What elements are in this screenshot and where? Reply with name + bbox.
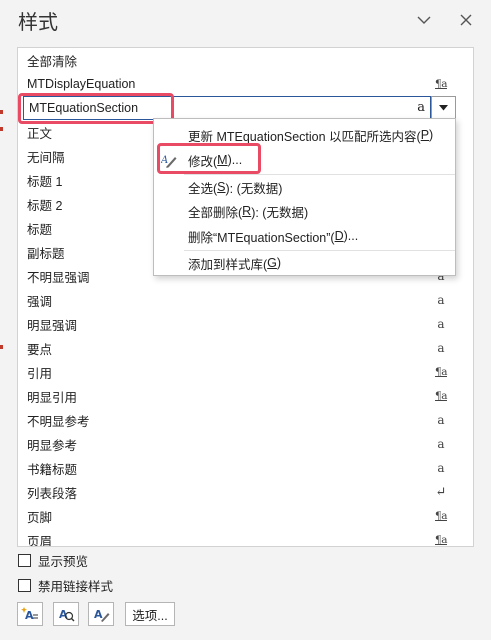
style-name: 不明显参考: [27, 414, 90, 429]
style-context-menu: 更新 MTEquationSection 以匹配所选内容(P) A 修改(M).…: [153, 118, 456, 276]
paragraph-character-icon: ¶a: [435, 366, 447, 378]
menu-accel: P: [420, 128, 430, 142]
style-name: 明显参考: [27, 438, 78, 453]
style-item[interactable]: 明显强调 a: [18, 312, 473, 336]
modify-style-icon: A: [160, 152, 177, 168]
style-inspector-button[interactable]: A: [53, 602, 79, 626]
style-item[interactable]: 页眉 ¶a: [18, 528, 473, 547]
character-style-icon: a: [437, 437, 445, 451]
style-item[interactable]: 明显引用 ¶a: [18, 384, 473, 408]
menu-item-delete[interactable]: 删除“MTEquationSection”(D)...: [154, 224, 455, 248]
menu-label-suffix: ): (无数据): [225, 181, 283, 196]
style-name: 页脚: [27, 510, 53, 525]
menu-label-suffix: ): [429, 128, 434, 142]
paragraph-character-icon: ¶a: [435, 78, 447, 90]
style-name: 明显强调: [27, 318, 78, 333]
style-inspector-icon: A: [59, 608, 75, 622]
pane-title: 样式: [18, 10, 58, 34]
document-edge-mark: [0, 127, 3, 131]
style-item[interactable]: 强调 a: [18, 288, 473, 312]
menu-item-remove-all[interactable]: 全部删除(R): (无数据): [154, 199, 455, 223]
style-name: 强调: [27, 294, 53, 309]
menu-label: 修改(: [188, 154, 218, 169]
style-item[interactable]: 引用 ¶a: [18, 360, 473, 384]
menu-item-modify[interactable]: A 修改(M)...: [154, 148, 455, 172]
style-name-edit-field[interactable]: MTEquationSection a: [23, 96, 431, 120]
new-style-button[interactable]: A: [17, 602, 43, 626]
manage-styles-button[interactable]: A: [88, 602, 114, 626]
options-button[interactable]: 选项...: [125, 602, 175, 626]
menu-accel: G: [267, 256, 277, 270]
menu-label: 更新 MTEquationSection 以匹配所选内容(: [188, 129, 421, 144]
character-style-icon: a: [437, 293, 445, 307]
menu-label: 全部删除(: [188, 205, 243, 220]
triangle-down-icon: [439, 105, 448, 111]
style-name: 列表段落: [27, 486, 78, 501]
style-name: 书籍标题: [27, 462, 78, 477]
menu-label: 全选(: [188, 181, 218, 196]
menu-item-add-to-gallery[interactable]: 添加到样式库(G): [154, 251, 455, 275]
style-dropdown-button[interactable]: [431, 96, 456, 120]
style-name: 明显引用: [27, 390, 78, 405]
menu-label-suffix: )...: [227, 153, 243, 167]
show-preview-label: 显示预览: [38, 554, 89, 569]
menu-label: 添加到样式库(: [188, 257, 268, 272]
style-name: 全部清除: [27, 54, 78, 69]
character-style-icon: a: [417, 100, 425, 115]
menu-label: 删除“MTEquationSection”(: [188, 230, 335, 245]
character-style-icon: a: [437, 317, 445, 331]
disable-linked-styles-label: 禁用链接样式: [38, 579, 114, 594]
show-preview-checkbox[interactable]: [18, 553, 31, 567]
style-name: 引用: [27, 366, 53, 381]
character-style-icon: a: [437, 461, 445, 475]
chevron-down-icon[interactable]: [413, 9, 435, 31]
document-edge-mark: [0, 110, 3, 114]
menu-accel: R: [242, 204, 252, 218]
menu-accel: M: [217, 153, 228, 167]
svg-text:A: A: [94, 608, 103, 621]
character-style-icon: a: [437, 341, 445, 355]
style-name: 要点: [27, 342, 53, 357]
style-item[interactable]: MTDisplayEquation ¶a: [18, 72, 473, 96]
style-item[interactable]: 页脚 ¶a: [18, 504, 473, 528]
menu-accel: D: [334, 229, 344, 243]
menu-item-select-all[interactable]: 全选(S): (无数据): [154, 175, 455, 199]
styles-pane-header: 样式: [0, 0, 491, 40]
paragraph-mark-icon: ↵: [435, 484, 447, 500]
style-item[interactable]: 列表段落 ↵: [18, 480, 473, 504]
close-icon[interactable]: [455, 9, 477, 31]
manage-styles-icon: A: [94, 608, 110, 622]
style-item-clear-all[interactable]: 全部清除: [18, 48, 473, 72]
menu-accel: S: [217, 180, 226, 194]
style-edit-value: MTEquationSection: [29, 101, 139, 115]
menu-label-suffix: ): [276, 256, 282, 270]
disable-linked-styles-checkbox[interactable]: [18, 578, 31, 592]
menu-label-suffix: )...: [343, 229, 359, 243]
paragraph-character-icon: ¶a: [435, 534, 447, 546]
style-name: MTDisplayEquation: [27, 77, 136, 91]
paragraph-character-icon: ¶a: [435, 390, 447, 402]
character-style-icon: a: [437, 413, 445, 427]
menu-label-suffix: ): (无数据): [251, 205, 309, 220]
menu-item-update-to-match[interactable]: 更新 MTEquationSection 以匹配所选内容(P): [154, 123, 455, 147]
paragraph-character-icon: ¶a: [435, 510, 447, 522]
svg-text:A: A: [25, 609, 34, 622]
style-name: 页眉: [27, 534, 53, 547]
document-edge-mark: [0, 345, 3, 349]
new-style-icon: A: [21, 607, 38, 622]
style-item[interactable]: 要点 a: [18, 336, 473, 360]
style-item[interactable]: 明显参考 a: [18, 432, 473, 456]
svg-text:A: A: [161, 155, 168, 166]
style-item[interactable]: 书籍标题 a: [18, 456, 473, 480]
show-preview-option[interactable]: 显示预览: [18, 550, 88, 570]
style-item[interactable]: 不明显参考 a: [18, 408, 473, 432]
disable-linked-styles-option[interactable]: 禁用链接样式: [18, 575, 113, 595]
